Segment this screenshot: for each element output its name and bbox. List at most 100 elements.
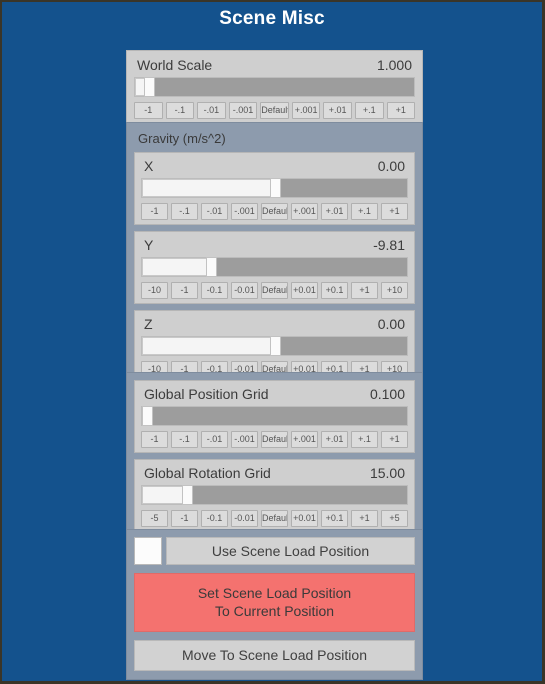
global-position-grid-panel: Global Position Grid 0.100 -1 -.1 -.01 -.001 D… [134, 380, 415, 453]
gravity-x-header: X 0.00 [140, 157, 409, 178]
gravity-x-panel: X 0.00 -1 -.1 -.01 -.001 Default +.001 +.01 +.1 +1 [134, 152, 415, 225]
gravity-x-slider-handle[interactable] [269, 178, 281, 198]
gravity-x-step-8[interactable]: +1 [381, 203, 408, 220]
gravity-z-slider-fill [142, 337, 275, 355]
gravity-y-panel: Y -9.81 -10 -1 -0.1 -0.01 Default +0.01 +0.1 +1 +1… [134, 231, 415, 304]
scene-load-actions-group: Use Scene Load Position Set Scene Load P… [126, 529, 423, 680]
gravity-x-step-0[interactable]: -1 [141, 203, 168, 220]
global-rotation-grid-slider-handle[interactable] [182, 485, 194, 505]
global-rotation-grid-step-5[interactable]: +0.01 [291, 510, 318, 527]
global-position-grid-header: Global Position Grid 0.100 [140, 385, 409, 406]
global-position-grid-step-5[interactable]: +.001 [291, 431, 318, 448]
global-position-grid-step-8[interactable]: +1 [381, 431, 408, 448]
world-scale-step-buttons-step-1[interactable]: -.1 [165, 102, 195, 119]
global-rotation-grid-step-4[interactable]: Default [261, 510, 288, 527]
global-rotation-grid-step-8[interactable]: +5 [381, 510, 408, 527]
gravity-y-label: Y [144, 237, 154, 253]
global-position-grid-step-1[interactable]: -.1 [171, 431, 198, 448]
global-rotation-grid-step-7[interactable]: +1 [351, 510, 378, 527]
gravity-z-slider[interactable] [141, 336, 408, 356]
world-scale-panel: World Scale 1.000 -1 -.1 -.01 -.001 Default +… [126, 50, 423, 125]
gravity-axes-container: X 0.00 -1 -.1 -.01 -.001 Default +.001 +.01 +.1 +1… [134, 152, 415, 383]
gravity-y-header: Y -9.81 [140, 236, 409, 257]
grid-rows-container: Global Position Grid 0.100 -1 -.1 -.01 -.001 D… [134, 380, 415, 532]
global-position-grid-step-buttons: -1 -.1 -.01 -.001 Default +.001 +.01 +.1 +1 [140, 431, 409, 448]
gravity-y-step-4[interactable]: Default [261, 282, 288, 299]
gravity-x-step-5[interactable]: +.001 [291, 203, 318, 220]
gravity-group-label: Gravity (m/s^2) [138, 131, 226, 146]
gravity-x-slider-fill [142, 179, 275, 197]
global-rotation-grid-step-buttons: -5 -1 -0.1 -0.01 Default +0.01 +0.1 +1 +5 [140, 510, 409, 527]
gravity-x-step-2[interactable]: -.01 [201, 203, 228, 220]
global-rotation-grid-label: Global Rotation Grid [144, 465, 271, 481]
gravity-x-value: 0.00 [377, 158, 405, 174]
gravity-y-slider-handle[interactable] [205, 257, 217, 277]
world-scale-step-buttons-step-3[interactable]: -.001 [228, 102, 258, 119]
global-position-grid-step-2[interactable]: -.01 [201, 431, 228, 448]
gravity-z-value: 0.00 [377, 316, 405, 332]
gravity-y-slider[interactable] [141, 257, 408, 277]
world-scale-step-buttons-step-7[interactable]: +.1 [354, 102, 384, 119]
global-position-grid-label: Global Position Grid [144, 386, 269, 402]
gravity-x-slider[interactable] [141, 178, 408, 198]
world-scale-step-buttons-step-8[interactable]: +1 [386, 102, 416, 119]
gravity-x-label: X [144, 158, 154, 174]
page-title: Scene Misc [219, 8, 325, 29]
use-scene-load-position-label[interactable]: Use Scene Load Position [166, 537, 415, 565]
global-rotation-grid-slider-fill [142, 486, 185, 504]
world-scale-slider[interactable] [134, 77, 415, 97]
gravity-x-step-1[interactable]: -.1 [171, 203, 198, 220]
gravity-z-label: Z [144, 316, 153, 332]
world-scale-step-buttons: -1 -.1 -.01 -.001 Default +.001 +.01 +.1 +1 [133, 102, 416, 119]
world-scale-step-buttons-step-0[interactable]: -1 [134, 102, 163, 119]
global-position-grid-value: 0.100 [369, 386, 405, 402]
gravity-x-step-7[interactable]: +.1 [351, 203, 378, 220]
global-rotation-grid-step-3[interactable]: -0.01 [231, 510, 258, 527]
global-rotation-grid-step-6[interactable]: +0.1 [321, 510, 348, 527]
gravity-y-step-3[interactable]: -0.01 [231, 282, 258, 299]
move-to-scene-load-position-button[interactable]: Move To Scene Load Position [134, 640, 415, 671]
global-rotation-grid-step-1[interactable]: -1 [171, 510, 198, 527]
gravity-y-step-1[interactable]: -1 [171, 282, 198, 299]
use-scene-load-position-checkbox[interactable] [134, 537, 162, 565]
global-rotation-grid-value: 15.00 [369, 465, 405, 481]
set-scene-load-position-button[interactable]: Set Scene Load Position To Current Posit… [134, 573, 415, 632]
gravity-z-header: Z 0.00 [140, 315, 409, 336]
gravity-x-step-buttons: -1 -.1 -.01 -.001 Default +.001 +.01 +.1 +1 [140, 203, 409, 220]
world-scale-step-buttons-step-5[interactable]: +.001 [291, 102, 321, 119]
gravity-z-slider-handle[interactable] [269, 336, 281, 356]
global-position-grid-slider-handle[interactable] [142, 406, 154, 426]
global-rotation-grid-slider[interactable] [141, 485, 408, 505]
global-rotation-grid-step-2[interactable]: -0.1 [201, 510, 228, 527]
gravity-y-step-6[interactable]: +0.1 [321, 282, 348, 299]
world-scale-label: World Scale [137, 57, 213, 73]
global-rotation-grid-panel: Global Rotation Grid 15.00 -5 -1 -0.1 -0.01 De… [134, 459, 415, 532]
gravity-y-step-buttons: -10 -1 -0.1 -0.01 Default +0.01 +0.1 +1 +10 [140, 282, 409, 299]
global-position-grid-step-7[interactable]: +.1 [351, 431, 378, 448]
global-position-grid-step-3[interactable]: -.001 [231, 431, 258, 448]
world-scale-step-buttons-step-6[interactable]: +.01 [323, 102, 352, 119]
gravity-x-step-4[interactable]: Default [261, 203, 288, 220]
global-position-grid-step-4[interactable]: Default [261, 431, 288, 448]
grid-group: Global Position Grid 0.100 -1 -.1 -.01 -.001 D… [126, 372, 423, 541]
gravity-x-step-3[interactable]: -.001 [231, 203, 258, 220]
world-scale-slider-handle[interactable] [143, 77, 155, 97]
gravity-y-value: -9.81 [373, 237, 405, 253]
global-position-grid-slider[interactable] [141, 406, 408, 426]
global-rotation-grid-step-0[interactable]: -5 [141, 510, 168, 527]
global-rotation-grid-header: Global Rotation Grid 15.00 [140, 464, 409, 485]
world-scale-value: 1.000 [376, 57, 412, 73]
world-scale-step-buttons-step-2[interactable]: -.01 [197, 102, 226, 119]
gravity-x-step-6[interactable]: +.01 [321, 203, 348, 220]
gravity-y-step-0[interactable]: -10 [141, 282, 168, 299]
scene-misc-window: Scene Misc World Scale 1.000 -1 -.1 -.01 -.… [2, 2, 542, 681]
global-position-grid-step-6[interactable]: +.01 [321, 431, 348, 448]
world-scale-step-buttons-step-4[interactable]: Default [260, 102, 289, 119]
global-position-grid-step-0[interactable]: -1 [141, 431, 168, 448]
gravity-y-step-7[interactable]: +1 [351, 282, 378, 299]
use-scene-load-position-row[interactable]: Use Scene Load Position [134, 537, 415, 565]
gravity-y-step-2[interactable]: -0.1 [201, 282, 228, 299]
gravity-y-step-8[interactable]: +10 [381, 282, 408, 299]
world-scale-header: World Scale 1.000 [133, 56, 416, 77]
gravity-y-step-5[interactable]: +0.01 [291, 282, 318, 299]
